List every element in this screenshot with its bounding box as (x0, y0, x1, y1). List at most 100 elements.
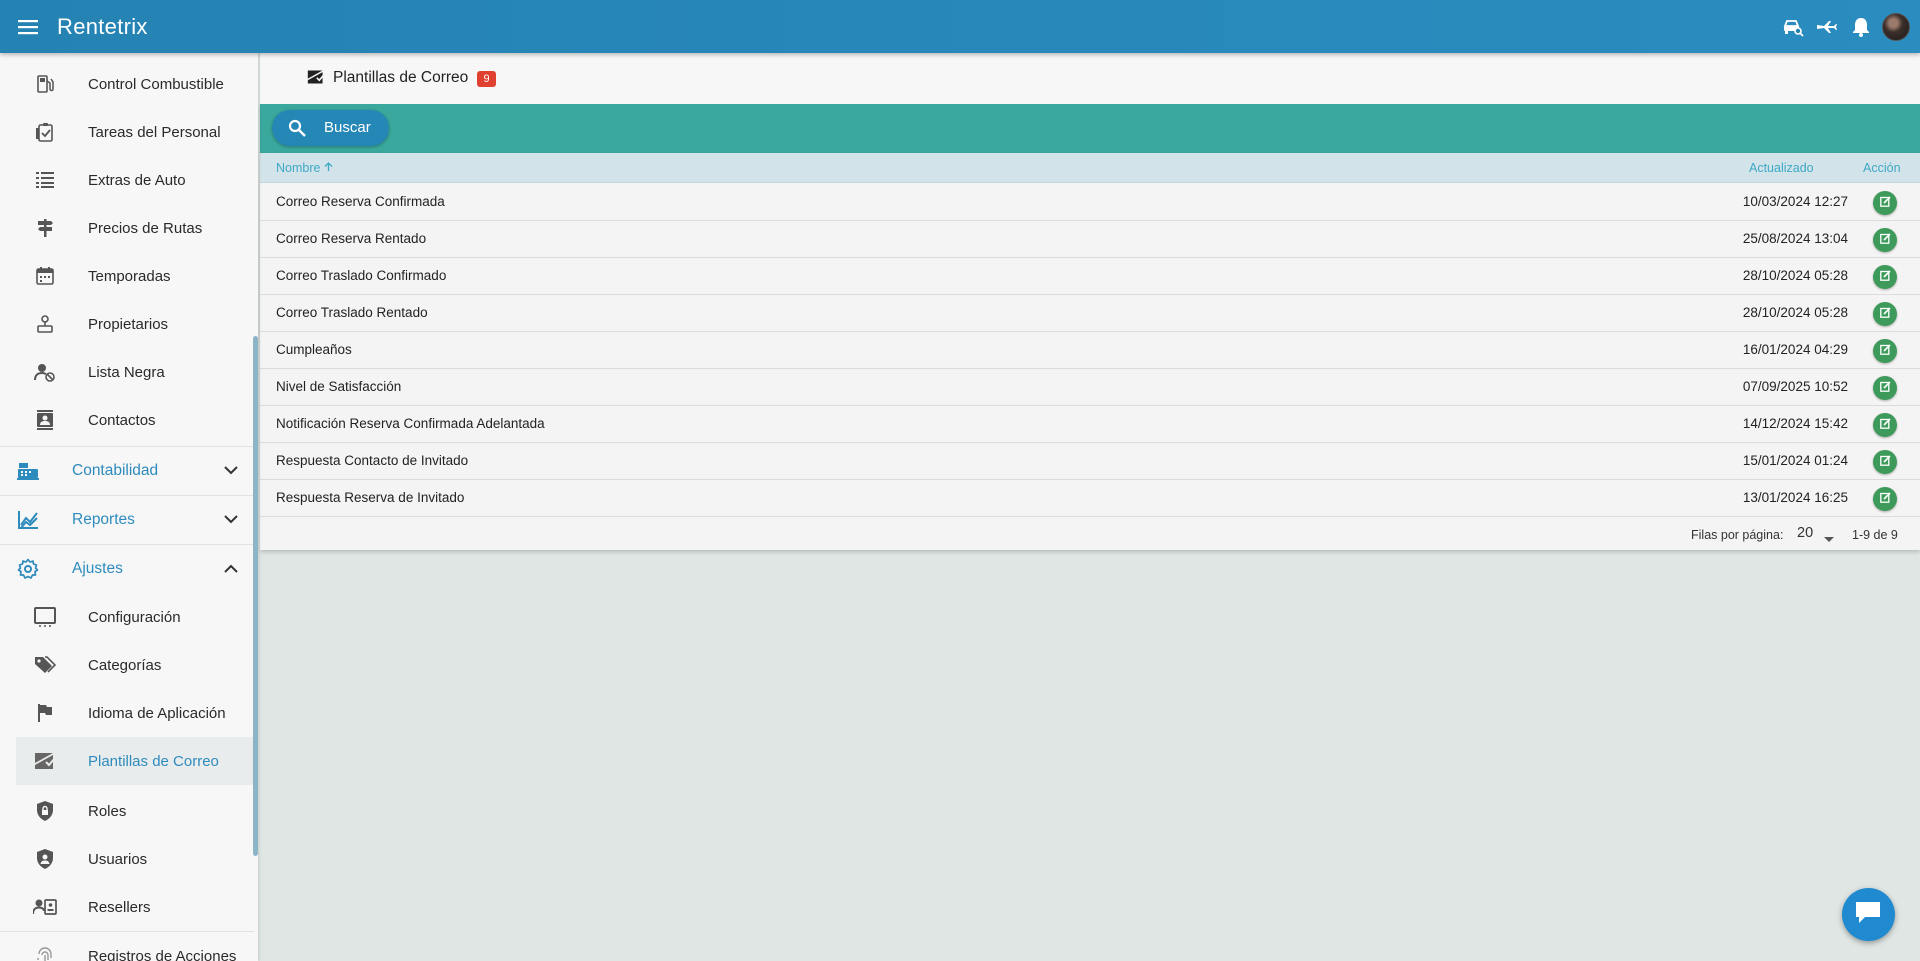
sidebar-item-label: Categorías (88, 656, 162, 674)
sidebar-item-configuracion[interactable]: Configuración (0, 593, 254, 641)
sidebar-item-label: Temporadas (88, 267, 171, 285)
updated-date: 28/10/2024 05:28 (1742, 305, 1848, 320)
edit-button[interactable] (1873, 265, 1897, 289)
monitor-icon (33, 605, 57, 629)
edit-icon (1879, 305, 1891, 323)
search-button-label: Buscar (324, 119, 371, 136)
sidebar-item-temporadas[interactable]: Temporadas (0, 252, 254, 300)
templates-table: Nombre Actualizado Acción Correo Reserva… (260, 153, 1920, 550)
sidebar-item-label: Tareas del Personal (88, 123, 221, 141)
sidebar-item-label: Extras de Auto (88, 171, 186, 189)
edit-icon (1879, 194, 1891, 212)
sidebar-item-plantillas-de-correo[interactable]: Plantillas de Correo (16, 737, 254, 785)
updated-date: 28/10/2024 05:28 (1742, 268, 1848, 283)
sidebar-item-lista-negra[interactable]: Lista Negra (0, 348, 254, 396)
edit-button[interactable] (1873, 302, 1897, 326)
chat-button[interactable] (1842, 888, 1895, 941)
sidebar-item-roles[interactable]: Roles (0, 787, 254, 835)
page-title: Plantillas de Correo (333, 69, 469, 86)
chevron-down-icon (222, 462, 240, 480)
edit-button[interactable] (1873, 413, 1897, 437)
sidebar-item-label: Idioma de Aplicación (88, 704, 226, 722)
table-row: Nivel de Satisfacción 07/09/2025 10:52 (260, 369, 1920, 406)
edit-icon (1879, 453, 1891, 471)
sidebar-item-contactos[interactable]: Contactos (0, 396, 254, 444)
fuel-icon (33, 72, 57, 96)
edit-icon (1879, 268, 1891, 286)
fingerprint-icon (33, 944, 57, 961)
user-block-icon (33, 360, 57, 384)
sidebar-item-label: Configuración (88, 608, 181, 626)
sidebar-group-ajustes[interactable]: Ajustes (0, 544, 254, 592)
rows-per-page-label: Filas por página: (1691, 528, 1784, 542)
car-search-icon[interactable] (1776, 0, 1810, 53)
search-icon (288, 119, 306, 137)
count-badge: 9 (477, 71, 496, 87)
template-name: Correo Traslado Rentado (276, 305, 428, 320)
edit-button[interactable] (1873, 376, 1897, 400)
chevron-up-icon (222, 560, 240, 578)
calendar-icon (33, 264, 57, 288)
sidebar-item-precios-de-rutas[interactable]: Precios de Rutas (0, 204, 254, 252)
table-row: Notificación Reserva Confirmada Adelanta… (260, 406, 1920, 443)
caret-down-icon[interactable] (1823, 531, 1835, 542)
tags-icon (33, 653, 57, 677)
sidebar-item-label: Roles (88, 802, 127, 820)
signpost-icon (33, 216, 57, 240)
sidebar-item-idioma-de-aplicacion[interactable]: Idioma de Aplicación (0, 689, 254, 737)
sidebar-scrollbar[interactable] (253, 336, 258, 856)
search-button[interactable]: Buscar (272, 110, 389, 146)
owner-icon (33, 312, 57, 336)
table-footer: Filas por página: 20 1-9 de 9 (260, 523, 1920, 550)
template-name: Correo Reserva Rentado (276, 231, 427, 246)
edit-button[interactable] (1873, 228, 1897, 252)
rows-per-page-select[interactable]: 20 (1797, 525, 1813, 541)
table-header: Nombre Actualizado Acción (260, 153, 1920, 183)
column-header-name[interactable]: Nombre (276, 161, 333, 175)
edit-button[interactable] (1873, 191, 1897, 215)
edit-icon (1879, 490, 1891, 508)
sidebar-item-label: Control Combustible (88, 75, 224, 93)
updated-date: 25/08/2024 13:04 (1742, 231, 1848, 246)
shield-lock-icon (33, 799, 57, 823)
edit-button[interactable] (1873, 487, 1897, 511)
avatar[interactable] (1882, 12, 1910, 41)
sidebar-group-label: Ajustes (72, 559, 123, 577)
updated-date: 15/01/2024 01:24 (1742, 453, 1848, 468)
sidebar-item-tareas-del-personal[interactable]: Tareas del Personal (0, 108, 254, 156)
template-name: Respuesta Contacto de Invitado (276, 453, 469, 468)
email-template-icon (307, 69, 325, 87)
sidebar-item-label: Resellers (88, 898, 151, 916)
sidebar-item-extras-de-auto[interactable]: Extras de Auto (0, 156, 254, 204)
app-bar: Rentetrix (0, 0, 1920, 53)
chat-icon (1854, 899, 1884, 930)
table-row: Correo Traslado Confirmado 28/10/2024 05:… (260, 258, 1920, 295)
template-name: Nivel de Satisfacción (276, 379, 402, 394)
edit-button[interactable] (1873, 339, 1897, 363)
list-icon (33, 168, 57, 192)
sidebar-group-label: Contabilidad (72, 461, 159, 479)
edit-button[interactable] (1873, 450, 1897, 474)
sidebar-item-control-combustible[interactable]: Control Combustible (0, 60, 254, 108)
gear-icon (16, 557, 40, 581)
menu-icon[interactable] (0, 0, 56, 53)
sidebar-group-reportes[interactable]: Reportes (0, 495, 254, 543)
sidebar-item-usuarios[interactable]: Usuarios (0, 835, 254, 883)
sidebar-group-contabilidad[interactable]: Contabilidad (0, 446, 254, 494)
updated-date: 13/01/2024 16:25 (1742, 490, 1848, 505)
bell-icon[interactable] (1844, 0, 1878, 53)
sidebar-item-label: Lista Negra (88, 363, 165, 381)
sidebar-item-resellers[interactable]: Resellers (0, 883, 254, 931)
sidebar: Control Combustible Tareas del Personal … (0, 53, 258, 961)
sidebar-item-categorias[interactable]: Categorías (0, 641, 254, 689)
sidebar-item-label: Registros de Acciones (88, 947, 237, 961)
updated-date: 10/03/2024 12:27 (1742, 194, 1848, 209)
contacts-icon (33, 408, 57, 432)
table-row: Correo Reserva Rentado 25/08/2024 13:04 (260, 221, 1920, 258)
sidebar-item-registros-de-acciones[interactable]: Registros de Acciones (0, 932, 254, 961)
column-header-updated[interactable]: Actualizado (1749, 161, 1814, 175)
table-row: Respuesta Reserva de Invitado 13/01/2024 … (260, 480, 1920, 517)
airplane-icon[interactable] (1810, 0, 1844, 53)
sidebar-item-propietarios[interactable]: Propietarios (0, 300, 254, 348)
updated-date: 07/09/2025 10:52 (1742, 379, 1848, 394)
